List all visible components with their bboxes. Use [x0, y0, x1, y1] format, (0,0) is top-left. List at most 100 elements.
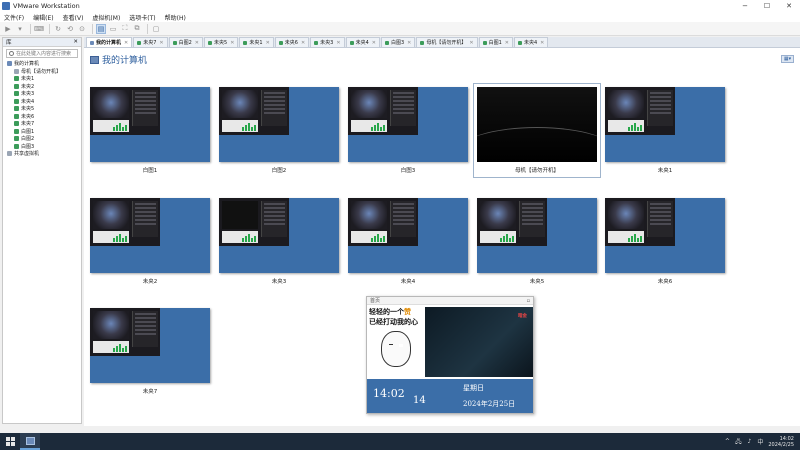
tree-item[interactable]: 未央5: [3, 105, 81, 113]
vm-thumbnail[interactable]: 白图3: [348, 87, 468, 174]
vm-thumbnail[interactable]: 白图1: [90, 87, 210, 174]
tab[interactable]: 未央1 ✕: [239, 37, 274, 47]
revert-snapshot-icon[interactable]: ⟲: [65, 24, 75, 34]
vm-icon: [420, 40, 425, 45]
vm-screen-preview[interactable]: [219, 87, 339, 162]
power-on-icon[interactable]: ▶: [3, 24, 13, 34]
close-icon[interactable]: ✕: [778, 0, 800, 12]
tab-close-icon[interactable]: ✕: [505, 40, 509, 46]
vm-thumbnail[interactable]: 白图2: [219, 87, 339, 174]
vm-thumbnail[interactable]: 未央1: [605, 87, 725, 174]
start-button[interactable]: [0, 433, 20, 450]
full-screen-icon[interactable]: ⛶: [120, 24, 130, 34]
tree-item[interactable]: 未央3: [3, 90, 81, 98]
vm-thumbnail[interactable]: 未央4: [348, 198, 468, 285]
view-mode-button[interactable]: ▦▾: [781, 55, 794, 63]
tab-close-icon[interactable]: ✕: [301, 40, 305, 46]
show-library-icon[interactable]: ▤: [96, 23, 106, 34]
tab[interactable]: 未央4 ✕: [513, 37, 549, 47]
tree-item[interactable]: 白图3: [3, 143, 81, 151]
vm-screen-preview[interactable]: [605, 198, 725, 273]
tab[interactable]: 白图2 ✕: [168, 37, 203, 47]
tab-close-icon[interactable]: ✕: [336, 40, 340, 46]
unity-icon[interactable]: ⧉: [132, 24, 142, 34]
send-keys-icon[interactable]: ⌨: [34, 24, 44, 34]
menu-tabs[interactable]: 选项卡(T): [129, 13, 155, 22]
library-search-input[interactable]: 在此处键入内容进行搜索: [6, 49, 78, 58]
tab-close-icon[interactable]: ✕: [195, 40, 199, 46]
snapshot-icon[interactable]: ↻: [53, 24, 63, 34]
tree-item[interactable]: 白图2: [3, 135, 81, 143]
tab-close-icon[interactable]: ✕: [230, 40, 234, 46]
tab-close-icon[interactable]: ✕: [124, 40, 128, 46]
close-library-icon[interactable]: ✕: [73, 39, 78, 45]
tree-item[interactable]: 未央7: [3, 120, 81, 128]
menu-edit[interactable]: 编辑(E): [33, 13, 53, 22]
vm-thumbnail[interactable]: 母机【请勿开机】: [473, 83, 601, 178]
tab-label: 白图1: [488, 40, 502, 46]
tree-item[interactable]: 未央1: [3, 75, 81, 83]
thumbnail-bar-icon[interactable]: ▭: [108, 24, 118, 34]
tab[interactable]: 白图3 ✕: [380, 37, 416, 47]
menu-file[interactable]: 文件(F): [4, 13, 24, 22]
menu-vm[interactable]: 虚拟机(M): [92, 13, 120, 22]
network-icon[interactable]: 🖧: [735, 438, 742, 445]
tray-expand-icon[interactable]: ^: [724, 438, 730, 445]
widget-header: 首页 ▫: [367, 297, 533, 305]
widget-close-icon[interactable]: ▫: [527, 298, 530, 304]
tab-label: 未央7: [143, 40, 157, 46]
tree-item[interactable]: 未央6: [3, 113, 81, 121]
tab[interactable]: 母机【请勿开机】 ✕: [416, 37, 478, 47]
tree-item-label: 白图3: [21, 143, 35, 150]
vm-thumbnail[interactable]: 未央7: [90, 308, 210, 395]
tab-bar: 我的计算机 ✕ 未央7 ✕ 白图2 ✕ 未央5 ✕ 未央1 ✕ 未央6 ✕ 未央3 ✕ 未央4 ✕ 白图3 ✕ 母机…: [84, 37, 800, 48]
taskbar-vmware-button[interactable]: [20, 433, 40, 450]
widget-time: 14:02: [373, 387, 405, 400]
tab[interactable]: 我的计算机 ✕: [86, 37, 133, 47]
vm-screen-preview[interactable]: [605, 87, 725, 162]
tab[interactable]: 白图1 ✕: [478, 37, 513, 47]
tab-close-icon[interactable]: ✕: [407, 40, 411, 46]
tab[interactable]: 未央3 ✕: [310, 37, 345, 47]
vm-screen-preview[interactable]: [90, 87, 210, 162]
tab[interactable]: 未央7 ✕: [133, 37, 168, 47]
tree-item[interactable]: 未央4: [3, 98, 81, 106]
vm-screen-preview[interactable]: [90, 308, 210, 383]
minimize-icon[interactable]: −: [734, 0, 756, 12]
toolbar: ▶ ▾ ⌨ ↻ ⟲ ⊙ ▤ ▭ ⛶ ⧉ ▢: [0, 22, 800, 36]
tab-close-icon[interactable]: ✕: [159, 40, 163, 46]
vm-screen-preview[interactable]: [219, 198, 339, 273]
menu-view[interactable]: 查看(V): [63, 13, 84, 22]
vm-screen-preview[interactable]: [477, 87, 597, 162]
tab-close-icon[interactable]: ✕: [540, 40, 544, 46]
vm-screen-preview[interactable]: [477, 198, 597, 273]
snapshot-manager-icon[interactable]: ⊙: [77, 24, 87, 34]
tree-item[interactable]: 共享虚拟机: [3, 150, 81, 158]
tree-item[interactable]: 白图1: [3, 128, 81, 136]
vm-thumbnail[interactable]: 未央3: [219, 198, 339, 285]
tree-item[interactable]: 我的计算机: [3, 60, 81, 68]
tab[interactable]: 未央6 ✕: [274, 37, 310, 47]
power-dropdown-icon[interactable]: ▾: [15, 24, 25, 34]
console-view-icon[interactable]: ▢: [151, 24, 161, 34]
taskbar-clock[interactable]: 14:02 2024/2/25: [768, 436, 794, 448]
vm-screen-preview[interactable]: [348, 198, 468, 273]
vm-screen-preview[interactable]: [90, 198, 210, 273]
volume-icon[interactable]: ♪: [746, 438, 752, 445]
vm-thumbnail[interactable]: 未央2: [90, 198, 210, 285]
tree-item[interactable]: 未央2: [3, 83, 81, 91]
menu-help[interactable]: 帮助(H): [165, 13, 186, 22]
tab[interactable]: 未央4 ✕: [345, 37, 380, 47]
tab-close-icon[interactable]: ✕: [266, 40, 270, 46]
tab[interactable]: 未央5 ✕: [204, 37, 239, 47]
vm-thumbnail[interactable]: 未央6: [605, 198, 725, 285]
vm-screen-preview[interactable]: [348, 87, 468, 162]
tab-close-icon[interactable]: ✕: [469, 40, 473, 46]
input-method-icon[interactable]: 中: [757, 439, 763, 446]
desktop-widget[interactable]: 首页 ▫ 轻轻的一个赞 已经打动我的心 暗金 14:02 14 星期日 2024…: [366, 296, 534, 414]
maximize-icon[interactable]: ☐: [756, 0, 778, 12]
tree-item[interactable]: 母机【请勿开机】: [3, 68, 81, 76]
vm-thumbnail[interactable]: 未央5: [477, 198, 597, 285]
tab-close-icon[interactable]: ✕: [372, 40, 376, 46]
page-title-text: 我的计算机: [102, 56, 148, 66]
